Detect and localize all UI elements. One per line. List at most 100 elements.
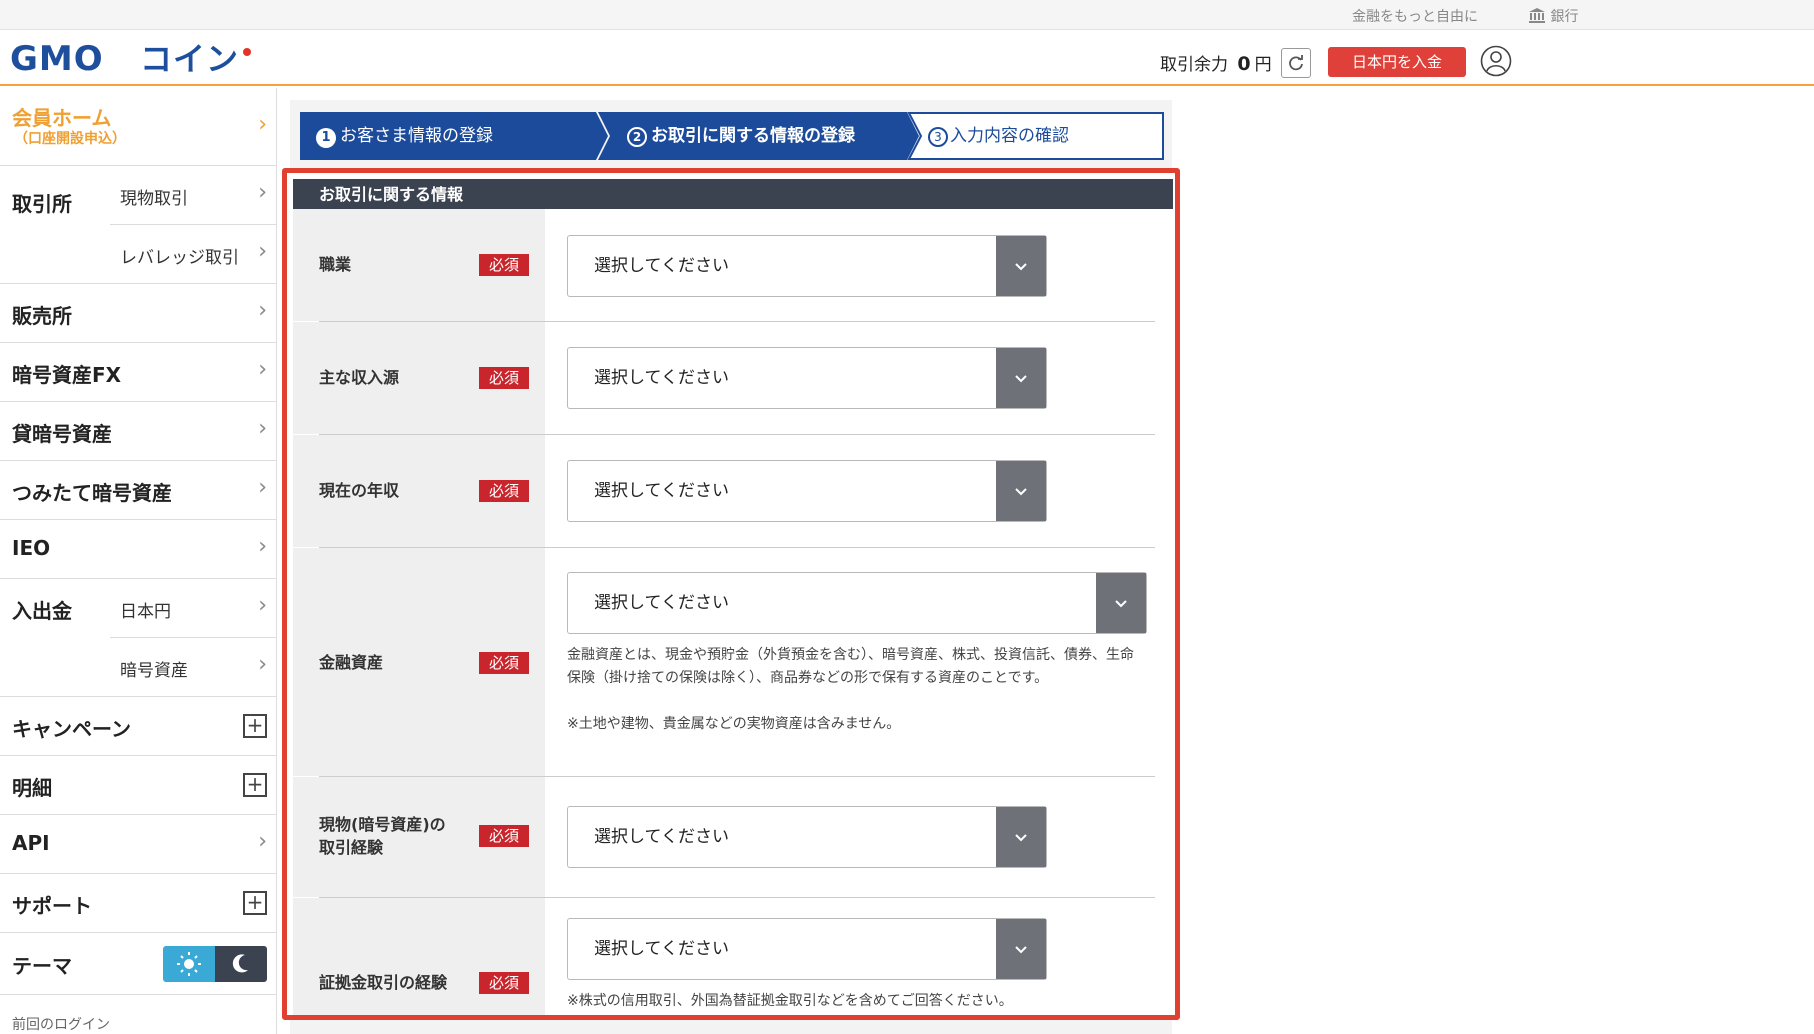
sidebar-home-sub: （口座開設申込） [14,131,126,147]
step-2-label: お取引に関する情報の登録 [651,126,855,146]
form-row-spot-experience: 現物(暗号資産)の 取引経験 必須 選択してください [293,777,1173,897]
deposit-jpy-button[interactable]: 日本円を入金 [1328,47,1466,77]
balance-label: 取引余力 [1160,55,1228,75]
sidebar-item-leverage[interactable]: レバレッジ取引 › [110,225,277,284]
financial-assets-label: 金融資産 [319,653,384,672]
theme-dark-option[interactable] [215,946,267,982]
sidebar-crypto-label: 暗号資産 [120,661,188,681]
sidebar-item-ieo[interactable]: IEO › [0,520,277,579]
sidebar-item-lending[interactable]: 貸暗号資産 › [0,402,277,461]
sidebar-item-theme: テーマ [0,933,277,995]
form-row-income-source: 主な収入源 必須 選択してください [293,322,1173,434]
sun-icon [177,952,201,976]
form-row-financial-assets: 金融資産 必須 選択してください 金融資産とは、現金や預貯金（外貨預金を含む）、… [293,548,1173,776]
plus-icon: + [243,773,267,797]
progress-steps: 1 お客さま情報の登録 2 お取引に関する情報の登録 3 入力内容の確認 [300,112,1164,160]
plus-icon: + [243,891,267,915]
sidebar-item-sales[interactable]: 販売所 › [0,284,277,343]
income-source-label: 主な収入源 [319,368,400,387]
sidebar-spot-label: 現物取引 [120,189,188,209]
sidebar-inout-label: 入出金 [12,599,72,623]
theme-light-option[interactable] [163,946,215,982]
chevron-right-icon: › [258,298,267,323]
chevron-right-icon: › [258,180,267,205]
sidebar-item-jpy[interactable]: 日本円 › [110,579,277,638]
svg-text:コイン: コイン [140,40,239,76]
sidebar-theme-label: テーマ [12,954,72,978]
sidebar-leverage-label: レバレッジ取引 [120,248,239,268]
occupation-label: 職業 [319,255,352,274]
sidebar-exchange-label: 取引所 [12,192,72,216]
sidebar-item-spot[interactable]: 現物取引 › [110,166,277,225]
chevron-down-icon [996,348,1046,408]
sidebar-item-fx[interactable]: 暗号資産FX › [0,343,277,402]
select-value: 選択してください [594,939,729,959]
sidebar-item-crypto[interactable]: 暗号資産 › [110,638,277,697]
step-1: 1 お客さま情報の登録 [316,112,493,160]
transaction-info-form: お取引に関する情報 職業 必須 選択してください 主な収入源 必須 選択してくだ… [282,168,1180,1020]
bank-link[interactable]: 銀行 [1528,6,1578,26]
step-3-number: 3 [928,127,948,147]
sidebar-item-member-home[interactable]: 会員ホーム （口座開設申込） › [0,88,277,166]
financial-assets-note: 金融資産とは、現金や預貯金（外貨預金を含む）、暗号資産、株式、投資信託、債券、生… [567,647,1134,686]
sidebar-ieo-label: IEO [12,536,51,560]
refresh-icon [1289,55,1303,71]
required-badge: 必須 [479,825,529,847]
gmo-coin-logo[interactable]: GMO コイン [10,39,268,79]
sidebar-lending-label: 貸暗号資産 [12,422,112,446]
sidebar-item-campaign[interactable]: キャンペーン + [0,697,277,756]
income-source-select[interactable]: 選択してください [567,347,1047,409]
occupation-select[interactable]: 選択してください [567,235,1047,297]
required-badge: 必須 [479,480,529,502]
logo-graphic: GMO コイン [10,39,251,79]
required-badge: 必須 [479,254,529,276]
chevron-right-icon: › [258,112,267,137]
required-badge: 必須 [479,652,529,674]
financial-assets-select[interactable]: 選択してください [567,572,1147,634]
user-icon [1480,45,1512,77]
sidebar-group-inout: 入出金 日本円 › 暗号資産 › [0,579,277,697]
chevron-right-icon: › [258,357,267,382]
sidebar: 会員ホーム （口座開設申込） › 取引所 現物取引 › レバレッジ取引 › 販売… [0,88,277,1034]
chevron-right-icon: › [258,593,267,618]
sidebar-jpy-label: 日本円 [120,602,171,622]
user-account-button[interactable] [1480,45,1512,77]
section-title: お取引に関する情報 [293,179,1173,209]
sidebar-support-label: サポート [12,894,92,918]
step-3-label: 入力内容の確認 [950,126,1069,146]
sidebar-item-statement[interactable]: 明細 + [0,756,277,815]
sidebar-fx-label: 暗号資産FX [12,363,122,387]
step-2-current: 2 お取引に関する情報の登録 [627,112,855,160]
sidebar-item-support[interactable]: サポート + [0,874,277,933]
margin-experience-select[interactable]: 選択してください [567,918,1047,980]
sidebar-api-label: API [12,831,50,855]
trading-capacity: 取引余力 0円 [1160,50,1272,75]
site-header: GMO コイン 取引余力 0円 日本円を入金 [0,30,1814,86]
bank-icon [1529,8,1545,23]
chevron-down-icon [996,807,1046,867]
sidebar-item-api[interactable]: API › [0,815,277,874]
form-row-occupation: 職業 必須 選択してください [293,209,1173,321]
required-badge: 必須 [479,972,529,994]
financial-assets-note-2: ※土地や建物、貴金属などの実物資産は含みません。 [567,716,901,732]
chevron-right-icon: › [258,416,267,441]
chevron-right-icon: › [258,475,267,500]
sidebar-item-tsumitate[interactable]: つみたて暗号資産 › [0,461,277,520]
spot-experience-label-2: 取引経験 [319,838,384,857]
step-1-label: お客さま情報の登録 [340,126,493,146]
theme-toggle[interactable] [163,946,267,982]
form-row-margin-experience: 証拠金取引の経験 必須 選択してください ※株式の信用取引、外国為替証拠金取引な… [293,898,1173,1015]
annual-income-label: 現在の年収 [319,481,400,500]
spot-experience-select[interactable]: 選択してください [567,806,1047,868]
sidebar-tsumitate-label: つみたて暗号資産 [12,481,172,505]
chevron-right-icon: › [258,239,267,264]
step-3: 3 入力内容の確認 [928,112,1069,160]
chevron-right-icon: › [258,534,267,559]
select-value: 選択してください [594,481,729,501]
tagline: 金融をもっと自由に [1352,9,1478,25]
select-value: 選択してください [594,827,729,847]
refresh-button[interactable] [1281,48,1311,78]
annual-income-select[interactable]: 選択してください [567,460,1047,522]
margin-experience-label: 証拠金取引の経験 [319,973,448,992]
form-row-annual-income: 現在の年収 必須 選択してください [293,435,1173,547]
